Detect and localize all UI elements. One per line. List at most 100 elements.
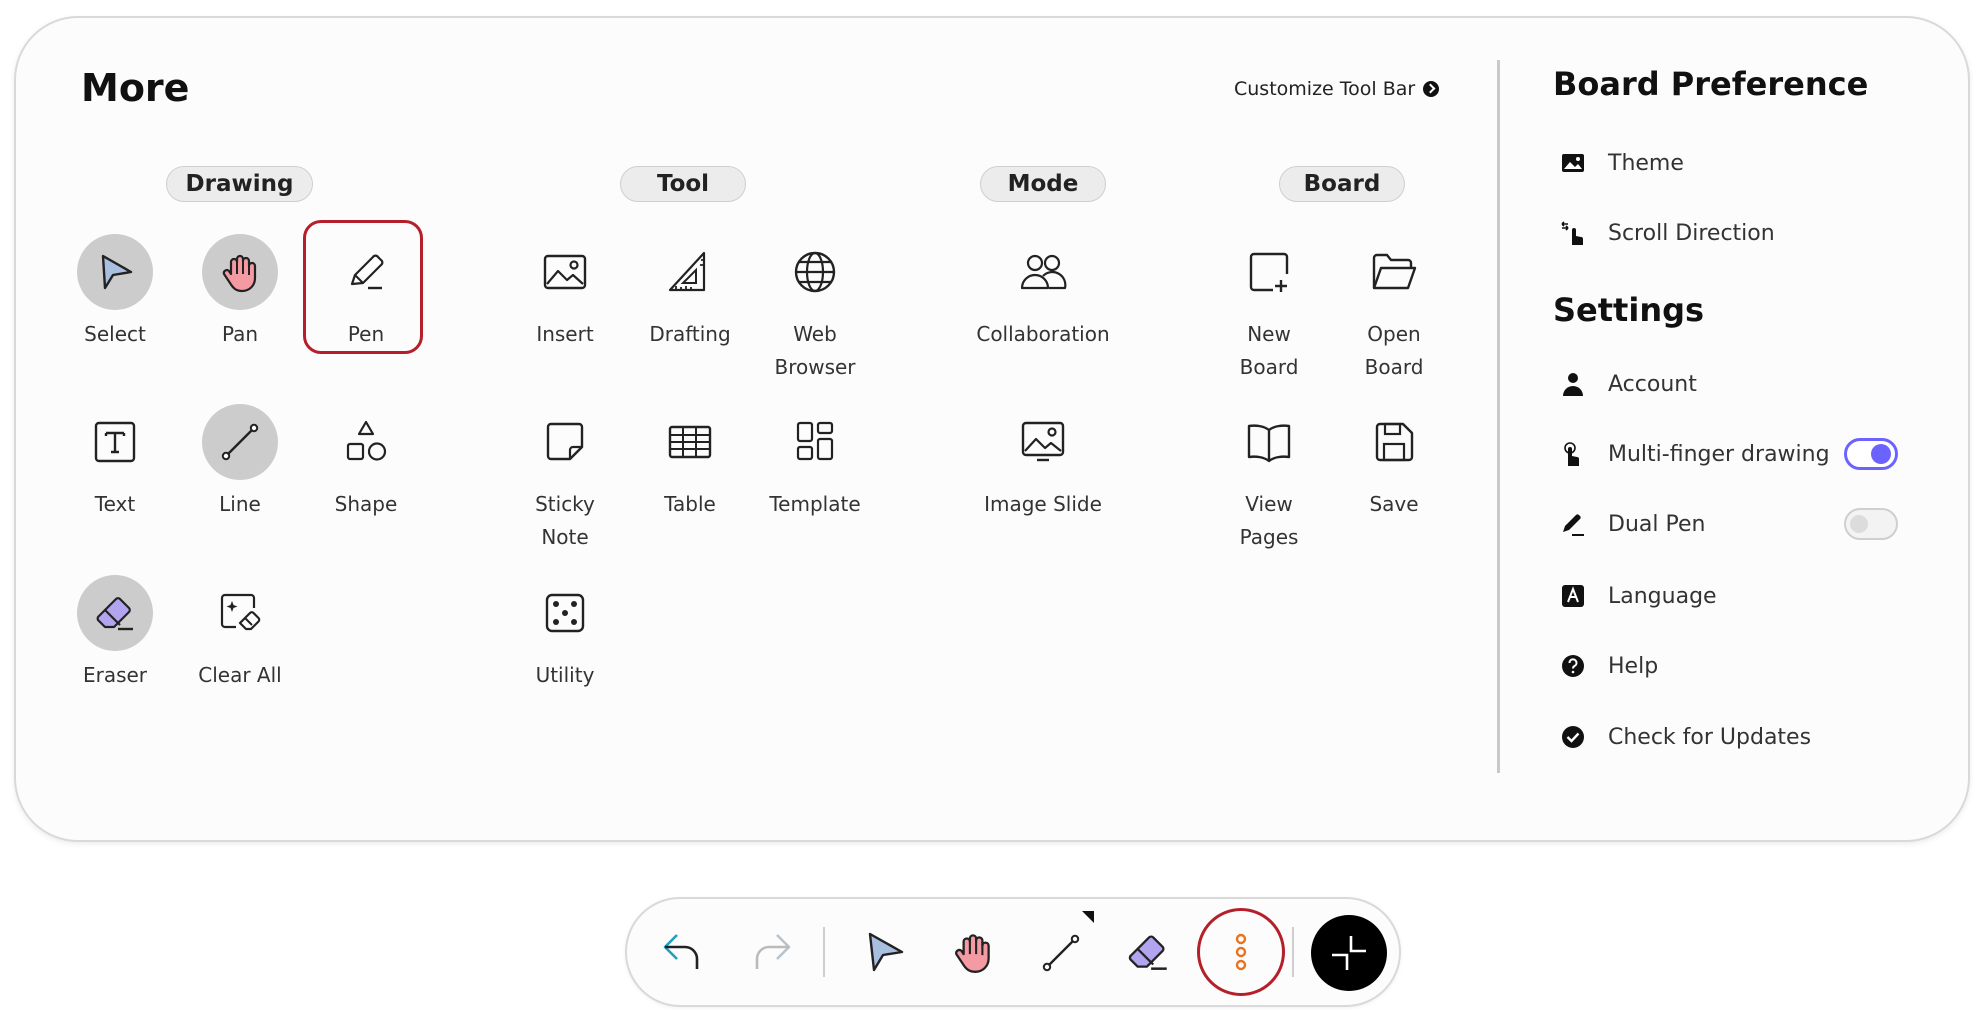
tool-text-label: Text bbox=[94, 492, 136, 516]
pen-icon bbox=[328, 234, 404, 310]
category-drawing: Drawing bbox=[166, 166, 313, 202]
account-person-icon bbox=[1560, 371, 1586, 397]
shapes-icon bbox=[328, 404, 404, 480]
redo-button[interactable] bbox=[744, 924, 800, 980]
text-icon bbox=[77, 404, 153, 480]
submenu-corner-icon bbox=[1082, 911, 1094, 923]
board-open-board-label: Open Board bbox=[1364, 322, 1424, 379]
dock-pan-button[interactable] bbox=[945, 924, 1001, 980]
mode-image-slide-label: Image Slide bbox=[984, 492, 1102, 516]
dock-line-button[interactable] bbox=[1033, 924, 1089, 980]
tool-eraser[interactable]: Eraser bbox=[52, 575, 178, 692]
pan-hand-icon bbox=[202, 234, 278, 310]
dock-eraser-button[interactable] bbox=[1120, 924, 1176, 980]
tool-template-label: Template bbox=[769, 492, 861, 516]
undo-icon bbox=[663, 934, 699, 969]
tool-utility[interactable]: Utility bbox=[502, 581, 628, 692]
image-insert-icon bbox=[527, 234, 603, 310]
setting-theme[interactable]: Theme bbox=[1560, 143, 1902, 183]
board-view-pages[interactable]: View Pages bbox=[1206, 410, 1332, 554]
tool-web-browser[interactable]: Web Browser bbox=[752, 240, 878, 384]
tool-pan[interactable]: Pan bbox=[177, 234, 303, 351]
tool-shape[interactable]: Shape bbox=[303, 410, 429, 521]
bottom-toolbar bbox=[625, 897, 1401, 1007]
line-icon bbox=[1042, 934, 1080, 972]
template-grid-icon bbox=[777, 404, 853, 480]
sticky-note-icon bbox=[527, 404, 603, 480]
check-circle-icon bbox=[1560, 724, 1586, 750]
mode-collaboration[interactable]: Collaboration bbox=[976, 240, 1110, 351]
setting-account[interactable]: Account bbox=[1560, 364, 1902, 404]
tool-text[interactable]: Text bbox=[52, 410, 178, 521]
setting-check-for-updates-label: Check for Updates bbox=[1608, 724, 1812, 750]
folder-open-icon bbox=[1356, 234, 1432, 310]
dual-pen-icon bbox=[1560, 511, 1586, 537]
select-arrow-icon bbox=[77, 234, 153, 310]
collapse-icon bbox=[1332, 936, 1366, 970]
dock-divider bbox=[1292, 927, 1294, 977]
customize-toolbar-label: Customize Tool Bar bbox=[1234, 78, 1416, 100]
chevron-right-icon bbox=[1423, 81, 1440, 97]
new-board-icon bbox=[1231, 234, 1307, 310]
setting-multi-finger-drawing-label: Multi-finger drawing bbox=[1608, 441, 1830, 467]
help-question-icon bbox=[1560, 653, 1586, 679]
dice-icon bbox=[527, 575, 603, 651]
clear-all-icon bbox=[202, 575, 278, 651]
setting-scroll-direction[interactable]: Scroll Direction bbox=[1560, 213, 1902, 253]
globe-icon bbox=[777, 234, 853, 310]
board-save-label: Save bbox=[1369, 492, 1419, 516]
collapse-button[interactable] bbox=[1311, 915, 1387, 991]
redo-icon bbox=[755, 934, 791, 969]
panel-divider bbox=[1497, 60, 1500, 773]
setting-language-label: Language bbox=[1608, 583, 1717, 609]
settings-title: Settings bbox=[1553, 291, 1705, 329]
setting-help-label: Help bbox=[1608, 653, 1659, 679]
board-view-pages-label: View Pages bbox=[1239, 492, 1299, 549]
more-title: More bbox=[81, 66, 190, 110]
tool-clear-all[interactable]: Clear All bbox=[177, 581, 303, 692]
mode-image-slide[interactable]: Image Slide bbox=[980, 410, 1106, 521]
tool-insert[interactable]: Insert bbox=[502, 240, 628, 351]
customize-toolbar-link[interactable]: Customize Tool Bar bbox=[1234, 78, 1440, 100]
tool-drafting[interactable]: Drafting bbox=[627, 240, 753, 351]
tool-template[interactable]: Template bbox=[752, 410, 878, 521]
tool-table[interactable]: Table bbox=[627, 410, 753, 521]
tool-sticky-note-label: Sticky Note bbox=[535, 492, 595, 549]
mode-collaboration-label: Collaboration bbox=[976, 322, 1110, 346]
table-icon bbox=[652, 404, 728, 480]
setting-help[interactable]: Help bbox=[1560, 646, 1902, 686]
category-mode: Mode bbox=[980, 166, 1106, 202]
tool-drafting-label: Drafting bbox=[649, 322, 731, 346]
setting-check-for-updates[interactable]: Check for Updates bbox=[1560, 717, 1902, 757]
board-preference-title: Board Preference bbox=[1553, 65, 1869, 103]
board-new-board-label: New Board bbox=[1239, 322, 1299, 379]
tool-select-label: Select bbox=[84, 322, 146, 346]
select-arrow-icon bbox=[868, 932, 904, 972]
tool-pen-label: Pen bbox=[347, 322, 385, 346]
tool-insert-label: Insert bbox=[536, 322, 594, 346]
tool-table-label: Table bbox=[664, 492, 716, 516]
tool-clear-all-label: Clear All bbox=[198, 663, 282, 687]
tool-select[interactable]: Select bbox=[52, 234, 178, 351]
more-button[interactable] bbox=[1213, 924, 1269, 980]
board-new-board[interactable]: New Board bbox=[1206, 240, 1332, 384]
setting-dual-pen-label: Dual Pen bbox=[1608, 511, 1706, 537]
board-open-board[interactable]: Open Board bbox=[1331, 240, 1457, 384]
multi-finger-touch-icon bbox=[1560, 441, 1586, 467]
multi-finger-drawing-toggle[interactable] bbox=[1844, 438, 1898, 470]
board-save[interactable]: Save bbox=[1331, 410, 1457, 521]
tool-sticky-note[interactable]: Sticky Note bbox=[502, 410, 628, 554]
setting-account-label: Account bbox=[1608, 371, 1697, 397]
dual-pen-toggle[interactable] bbox=[1844, 508, 1898, 540]
category-tool: Tool bbox=[620, 166, 746, 202]
dock-select-button[interactable] bbox=[857, 924, 913, 980]
setting-scroll-direction-label: Scroll Direction bbox=[1608, 220, 1775, 246]
tool-web-browser-label: Web Browser bbox=[774, 322, 856, 379]
eraser-icon bbox=[77, 575, 153, 651]
tool-pen[interactable]: Pen bbox=[303, 220, 429, 354]
tool-line[interactable]: Line bbox=[177, 404, 303, 521]
language-icon bbox=[1560, 583, 1586, 609]
setting-language[interactable]: Language bbox=[1560, 576, 1902, 616]
undo-button[interactable] bbox=[654, 924, 710, 980]
line-icon bbox=[202, 404, 278, 480]
